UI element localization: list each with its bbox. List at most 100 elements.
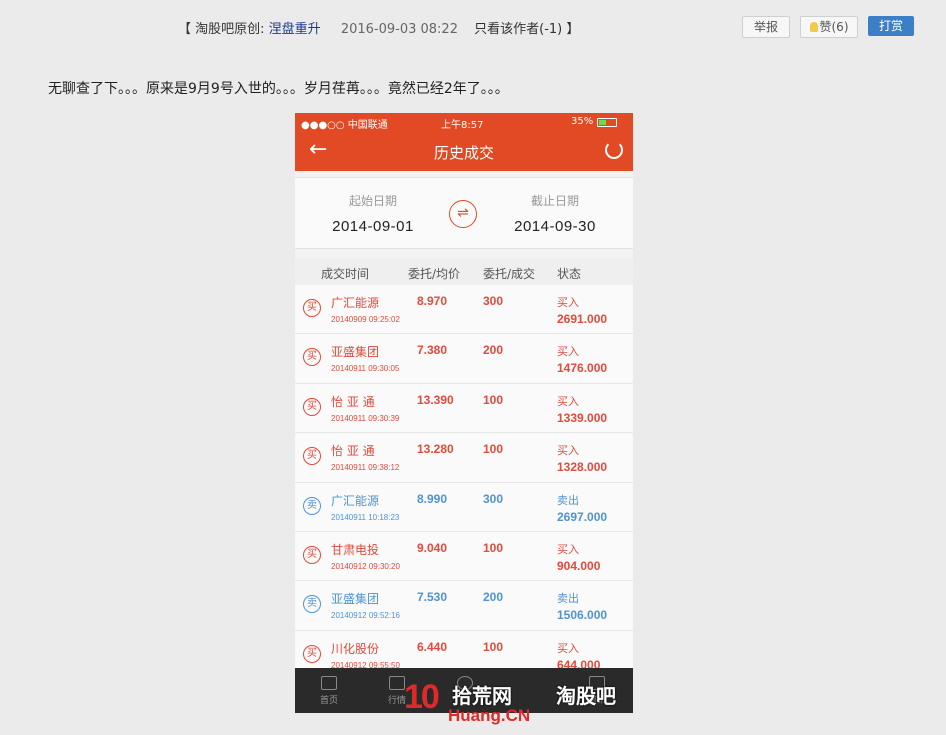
watermark-logo: 10 (404, 678, 440, 716)
trade-row[interactable]: 买亚盛集团 20140911 09:30:05 7.380 200 买入 1476.000 (295, 334, 633, 384)
lightbulb-icon (809, 22, 818, 32)
trade-qty: 100 (483, 392, 504, 407)
trade-price: 8.970 (417, 294, 448, 308)
report-button[interactable]: 举报 (742, 16, 790, 38)
trade-qty: 100 (483, 540, 504, 555)
tab-home[interactable]: 首页 (299, 668, 359, 713)
trade-status: 买入 (557, 296, 579, 309)
trade-amount: 904.000 (557, 558, 601, 573)
trade-amount: 1506.000 (557, 608, 608, 623)
trade-qty: 200 (483, 343, 504, 358)
header-status: 状态 (557, 267, 582, 281)
stock-name: 怡 亚 通 (331, 444, 375, 459)
post-header: 【 淘股吧原创: 涅盘重升 2016-09-03 08:22 只看该作者(-1)… (0, 14, 946, 40)
post-body-text: 无聊查了下。。。原来是9月9号入世的。。。岁月荏苒。。。竟然已经2年了。。。 (48, 81, 509, 97)
chart-icon (389, 676, 405, 690)
stock-name: 甘肃电投 (331, 542, 380, 557)
trade-status: 卖出 (557, 592, 579, 606)
trade-time: 20140912 09:30:20 (331, 561, 400, 571)
trade-price: 8.990 (417, 491, 448, 506)
bracket-close: 】 (566, 22, 580, 37)
meta-prefix: 淘股吧原创: (195, 22, 269, 37)
trade-amount: 2697.000 (557, 509, 608, 524)
stock-name: 怡 亚 通 (331, 394, 375, 409)
trade-price: 13.390 (417, 392, 454, 407)
start-date-label: 起始日期 (348, 194, 397, 208)
start-date-value: 2014-09-01 (332, 218, 414, 235)
trade-time: 20140911 09:38:12 (331, 463, 400, 473)
trade-status: 卖出 (557, 493, 579, 507)
header-price: 委托/均价 (408, 267, 461, 281)
trade-status: 买入 (557, 394, 579, 408)
phone-nav-bar: ← 历史成交 (295, 131, 633, 171)
watermark-domain: Huang.CN (448, 706, 531, 725)
trade-side-badge: 买 (303, 644, 321, 663)
trade-time: 20140911 09:30:39 (331, 413, 400, 423)
header-time: 成交时间 (321, 267, 370, 281)
trade-row[interactable]: 卖亚盛集团 20140912 09:52:16 7.530 200 卖出 1506.000 (295, 581, 633, 631)
stock-name: 亚盛集团 (331, 345, 380, 360)
trade-status: 买入 (557, 444, 579, 458)
trade-time: 20140909 09:25:02 (331, 315, 400, 324)
trade-side-badge: 买 (303, 545, 321, 564)
trade-price: 13.280 (417, 442, 454, 457)
trade-status: 买入 (557, 542, 579, 556)
trade-amount: 2691.000 (557, 312, 608, 326)
trade-status: 买入 (557, 345, 579, 359)
date-range-panel: 起始日期 2014-09-01 ⇌ 截止日期 2014-09-30 (295, 177, 633, 249)
trade-qty: 300 (483, 491, 504, 506)
tab-home-label: 首页 (319, 696, 338, 706)
swap-icon[interactable]: ⇌ (449, 200, 477, 228)
trade-side-badge: 买 (303, 348, 321, 367)
trade-price: 7.530 (417, 590, 448, 605)
trade-row[interactable]: 买广汇能源 20140909 09:25:02 8.970 300 买入 2691.000 (295, 285, 633, 335)
trade-side-badge: 买 (303, 447, 321, 466)
tip-button[interactable]: 打赏 (868, 16, 914, 36)
trade-qty: 200 (483, 590, 504, 605)
phone-screenshot: ●●●○○ 中国联通 上午8:57 35% ← 历史成交 起始日期 2014-0… (295, 113, 633, 713)
trade-qty: 300 (483, 294, 504, 308)
carrier-label: ●●●○○ 中国联通 (301, 120, 388, 131)
bracket-open: 【 (178, 22, 192, 37)
post-date: 2016-09-03 08:22 (340, 22, 458, 37)
trade-list: 买广汇能源 20140909 09:25:02 8.970 300 买入 2691.000… (295, 285, 633, 681)
trade-side-badge: 买 (303, 299, 321, 317)
start-date-picker[interactable]: 起始日期 2014-09-01 (313, 192, 433, 235)
trade-time: 20140912 09:52:16 (331, 611, 400, 621)
end-date-label: 截止日期 (530, 194, 579, 208)
stock-name: 广汇能源 (331, 296, 380, 310)
phone-status-bar: ●●●○○ 中国联通 上午8:57 35% (295, 113, 633, 131)
watermark-site: 拾荒网 (452, 684, 512, 708)
trade-side-badge: 卖 (303, 595, 321, 614)
trade-row[interactable]: 卖广汇能源 20140911 10:18:23 8.990 300 卖出 2697.000 (295, 482, 633, 532)
stock-name: 亚盛集团 (331, 592, 380, 607)
trade-price: 9.040 (417, 540, 448, 555)
trade-amount: 1328.000 (557, 460, 608, 475)
header-qty: 委托/成交 (483, 267, 536, 281)
like-label: 赞(6) (819, 20, 849, 34)
end-date-picker[interactable]: 截止日期 2014-09-30 (495, 192, 615, 235)
nav-title: 历史成交 (433, 144, 494, 162)
status-time: 上午8:57 (441, 120, 484, 131)
post-meta: 【 淘股吧原创: 涅盘重升 2016-09-03 08:22 只看该作者(-1)… (178, 18, 579, 37)
trade-amount: 1476.000 (557, 361, 608, 376)
like-button[interactable]: 赞(6) (800, 16, 858, 38)
home-icon (321, 676, 337, 690)
trade-time: 20140911 09:30:05 (331, 364, 400, 374)
trade-row[interactable]: 买怡 亚 通 20140911 09:30:39 13.390 100 买入 1339.0… (295, 383, 633, 434)
battery-icon (597, 118, 617, 127)
watermark: 10 拾荒网 Huang.CN 淘股吧 (404, 674, 664, 730)
stock-name: 广汇能源 (331, 493, 380, 508)
stock-name: 川化股份 (331, 641, 380, 656)
trade-table-header: 成交时间 委托/均价 委托/成交 状态 (295, 259, 633, 285)
trade-row[interactable]: 买甘肃电投 20140912 09:30:20 9.040 100 买入 904.000 (295, 531, 633, 582)
trade-amount: 1339.000 (557, 410, 608, 425)
author-link[interactable]: 涅盘重升 (269, 22, 321, 37)
refresh-icon[interactable] (605, 141, 623, 159)
only-author-link[interactable]: 只看该作者(-1) (474, 22, 562, 37)
end-date-value: 2014-09-30 (514, 218, 596, 235)
trade-price: 7.380 (417, 343, 448, 358)
trade-qty: 100 (483, 639, 504, 654)
trade-qty: 100 (483, 442, 504, 457)
trade-row[interactable]: 买怡 亚 通 20140911 09:38:12 13.280 100 买入 1328.0… (295, 433, 633, 483)
